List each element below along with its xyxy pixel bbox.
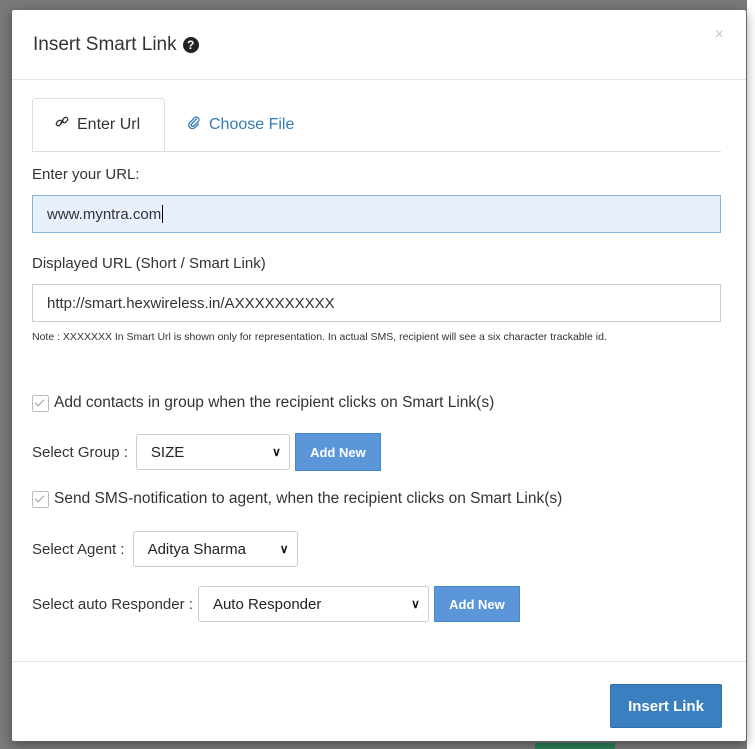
add-responder-button[interactable]: Add New bbox=[433, 586, 520, 622]
tab-enter-url[interactable]: Enter Url bbox=[32, 98, 165, 151]
modal-title-text: Insert Smart Link bbox=[33, 34, 177, 55]
insert-smart-link-modal: Insert Smart Link ? × Enter Url Choose F… bbox=[12, 10, 746, 741]
select-agent-label: Select Agent : bbox=[32, 540, 125, 558]
responder-select-value: Auto Responder bbox=[212, 595, 322, 613]
sms-notify-label: Send SMS-notification to agent, when the… bbox=[54, 490, 563, 507]
chevron-down-icon: ∨ bbox=[272, 445, 281, 459]
add-contacts-checkbox[interactable] bbox=[32, 394, 49, 412]
select-responder-row: Select auto Responder : Auto Responder ∨… bbox=[32, 586, 520, 622]
url-input-value: www.myntra.com bbox=[47, 205, 162, 223]
display-url-label: Displayed URL (Short / Smart Link) bbox=[32, 255, 266, 272]
tab-choose-file[interactable]: Choose File bbox=[165, 98, 316, 151]
sms-notify-row: Send SMS-notification to agent, when the… bbox=[32, 490, 562, 508]
display-url-input[interactable]: http://smart.hexwireless.in/AXXXXXXXXXX bbox=[32, 284, 721, 322]
display-url-value: http://smart.hexwireless.in/AXXXXXXXXXX bbox=[47, 294, 335, 312]
agent-select-value: Aditya Sharma bbox=[147, 540, 246, 558]
select-responder-label: Select auto Responder : bbox=[32, 595, 193, 613]
paperclip-icon bbox=[187, 115, 201, 134]
chevron-down-icon: ∨ bbox=[279, 542, 289, 556]
add-group-button[interactable]: Add New bbox=[294, 433, 381, 471]
text-caret bbox=[162, 205, 164, 223]
select-group-row: Select Group : SIZE ∨ Add New bbox=[32, 433, 381, 471]
background-page-button bbox=[535, 743, 615, 749]
insert-link-button[interactable]: Insert Link bbox=[610, 684, 722, 728]
url-input[interactable]: www.myntra.com bbox=[32, 195, 721, 233]
modal-title: Insert Smart Link ? bbox=[33, 34, 199, 56]
modal-header: Insert Smart Link ? × bbox=[12, 10, 746, 80]
help-icon[interactable]: ? bbox=[182, 37, 199, 53]
add-contacts-row: Add contacts in group when the recipient… bbox=[32, 394, 494, 412]
url-field-label: Enter your URL: bbox=[32, 166, 140, 183]
url-source-tabs: Enter Url Choose File bbox=[32, 98, 721, 152]
link-icon bbox=[55, 115, 69, 134]
add-contacts-label: Add contacts in group when the recipient… bbox=[54, 394, 495, 411]
background-page-edge bbox=[747, 0, 755, 749]
responder-select[interactable]: Auto Responder ∨ bbox=[197, 586, 429, 622]
smart-url-note: Note : XXXXXXX In Smart Url is shown onl… bbox=[32, 331, 607, 343]
close-icon[interactable]: × bbox=[715, 26, 724, 44]
chevron-down-icon: ∨ bbox=[411, 597, 420, 611]
select-agent-row: Select Agent : Aditya Sharma ∨ bbox=[32, 531, 298, 567]
sms-notify-checkbox[interactable] bbox=[32, 490, 49, 508]
select-group-label: Select Group : bbox=[32, 443, 128, 461]
group-select-value: SIZE bbox=[150, 443, 185, 461]
modal-footer: Insert Link bbox=[12, 661, 746, 742]
tab-enter-url-label: Enter Url bbox=[77, 115, 141, 133]
group-select[interactable]: SIZE ∨ bbox=[135, 434, 290, 470]
tab-choose-file-label: Choose File bbox=[209, 115, 295, 133]
agent-select[interactable]: Aditya Sharma ∨ bbox=[132, 531, 298, 567]
